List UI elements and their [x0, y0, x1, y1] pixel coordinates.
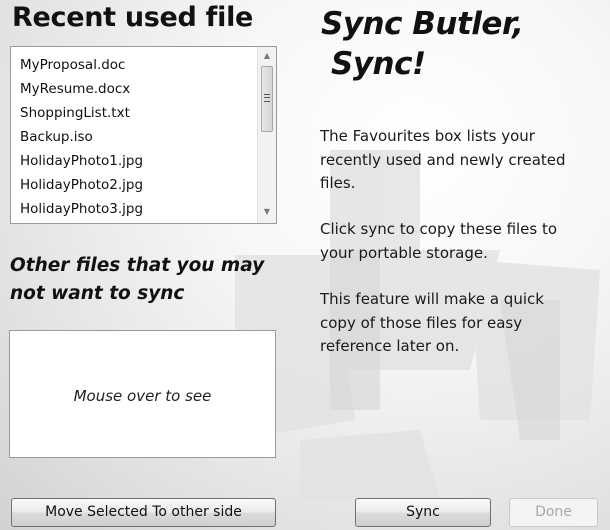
- description-line: reference later on.: [320, 337, 460, 355]
- vertical-scrollbar[interactable]: ▲ ▼: [257, 47, 276, 223]
- recent-files-title: Recent used file: [12, 2, 254, 33]
- description-line: your portable storage.: [320, 243, 488, 262]
- list-item[interactable]: MyResume.docx: [11, 77, 257, 101]
- list-item[interactable]: MyProposal.doc: [11, 53, 257, 77]
- description-paragraph: The Favourites box lists your recently u…: [320, 125, 610, 196]
- description-line: files.: [320, 174, 356, 192]
- description-line: copy of those files for easy: [320, 313, 523, 332]
- description-line: The Favourites box lists your: [320, 127, 535, 145]
- list-item[interactable]: HolidayPhoto1.jpg: [11, 149, 257, 173]
- scroll-down-arrow-icon[interactable]: ▼: [258, 205, 276, 219]
- recent-files-listbox[interactable]: MyProposal.doc MyResume.docx ShoppingLis…: [10, 46, 277, 224]
- app-title: Sync Butler, Sync!: [321, 4, 524, 84]
- other-files-title: Other files that you may not want to syn…: [10, 252, 280, 308]
- description-paragraph: This feature will make a quick copy of t…: [320, 288, 610, 359]
- scrollbar-thumb[interactable]: [261, 66, 273, 132]
- description-line: This feature will make a quick: [320, 290, 544, 308]
- list-item[interactable]: Backup.iso: [11, 125, 257, 149]
- list-item[interactable]: ShoppingList.txt: [11, 101, 257, 125]
- other-files-title-line: Other files that you may: [10, 255, 265, 276]
- scroll-up-arrow-icon[interactable]: ▲: [258, 49, 276, 63]
- move-selected-button[interactable]: Move Selected To other side: [11, 498, 276, 527]
- app-title-line: Sync Butler,: [321, 6, 524, 42]
- description-paragraph: Click sync to copy these files to your p…: [320, 218, 610, 265]
- description-line: Click sync to copy these files to: [320, 220, 558, 238]
- done-button[interactable]: Done: [509, 498, 598, 527]
- description-line: recently used and newly created: [320, 150, 566, 169]
- mouse-over-hint: Mouse over to see: [73, 387, 212, 405]
- list-item[interactable]: HolidayPhoto2.jpg: [11, 173, 257, 197]
- other-files-box[interactable]: Mouse over to see: [9, 330, 276, 458]
- recent-files-items: MyProposal.doc MyResume.docx ShoppingLis…: [11, 53, 257, 221]
- grip-icon: [264, 94, 270, 102]
- sync-button[interactable]: Sync: [355, 498, 491, 527]
- app-title-line: Sync!: [331, 46, 426, 82]
- list-item[interactable]: HolidayPhoto3.jpg: [11, 197, 257, 221]
- other-files-title-line: not want to sync: [10, 283, 185, 304]
